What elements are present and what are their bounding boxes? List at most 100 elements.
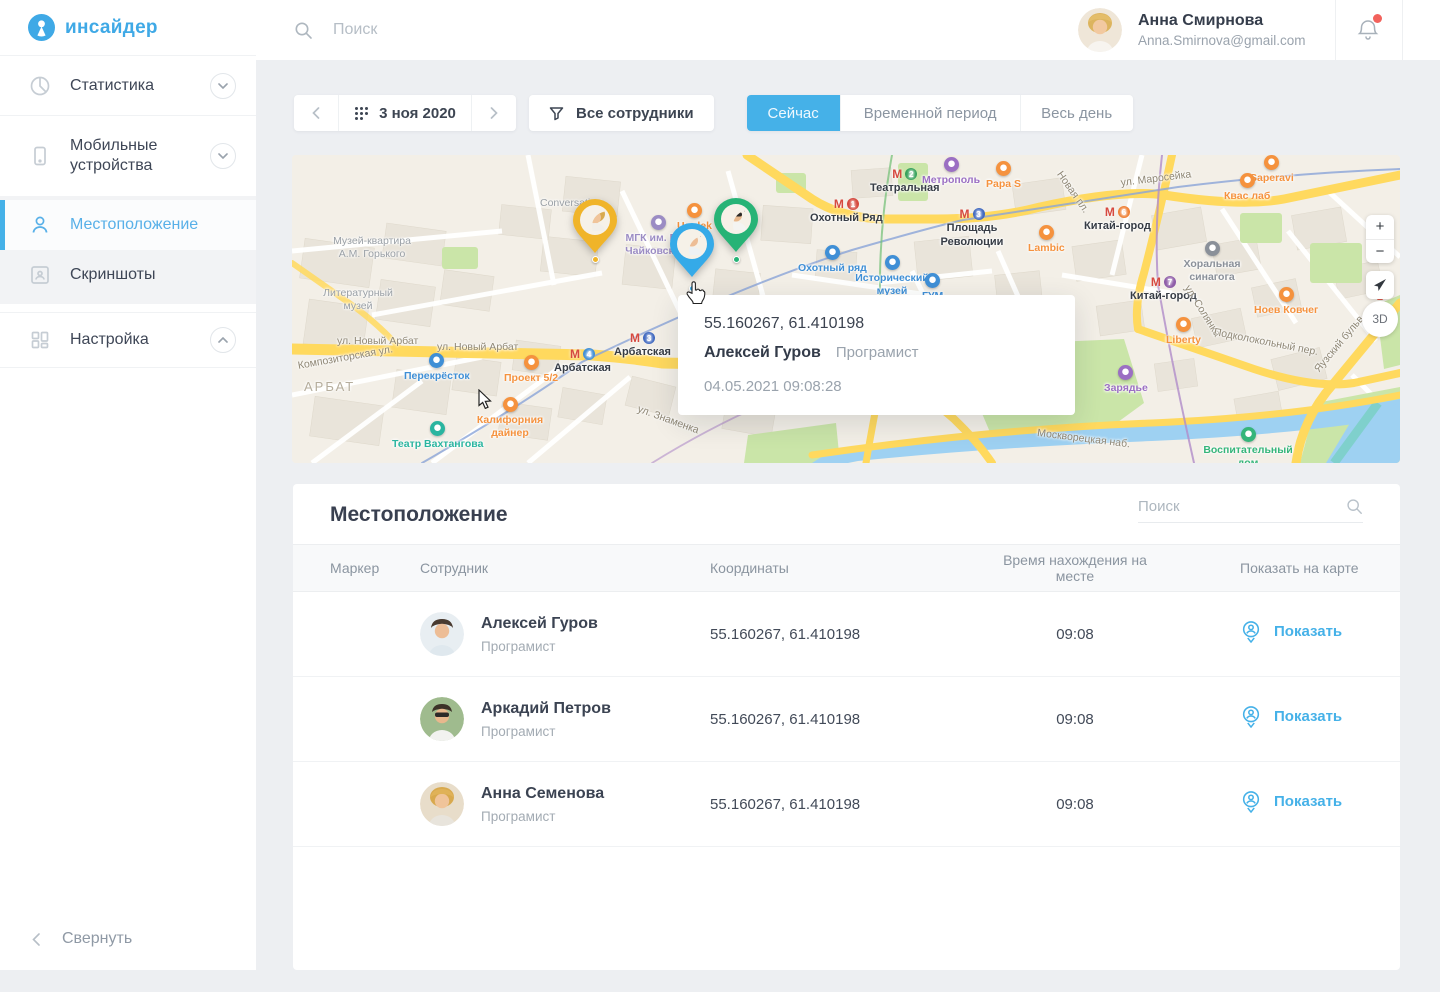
sidebar-subgroup: Местоположение Скриншоты: [0, 196, 256, 304]
avatar: [1078, 8, 1122, 52]
employee-role: Програмист: [481, 809, 604, 824]
person-icon: [28, 213, 52, 237]
sidebar-item-label: Местоположение: [70, 215, 236, 235]
map-toolbar: 3 ноя 2020 Все сотрудники Сейчас Временн…: [294, 95, 1133, 131]
time-on-site: 09:08: [950, 796, 1200, 813]
coordinates: 55.160267, 61.410198: [710, 711, 950, 728]
user-email: Anna.Smirnova@gmail.com: [1138, 33, 1306, 48]
table-row[interactable]: Анна Семенова Програмист 55.160267, 61.4…: [293, 762, 1400, 847]
chevron-right-icon: [490, 107, 498, 119]
smartphone-icon: [28, 144, 52, 168]
selected-date: 3 ноя 2020: [379, 105, 456, 122]
avatar: [420, 697, 464, 741]
tab-now[interactable]: Сейчас: [747, 95, 840, 131]
sidebar-item-statistics[interactable]: Статистика: [0, 56, 256, 116]
chevron-down-icon[interactable]: [210, 73, 236, 99]
pie-chart-icon: [28, 74, 52, 98]
chevron-up-icon[interactable]: [210, 327, 236, 353]
next-date-button[interactable]: [472, 95, 516, 131]
employee-filter-label: Все сотрудники: [576, 105, 694, 122]
chevron-down-icon[interactable]: [210, 143, 236, 169]
coordinates: 55.160267, 61.410198: [710, 796, 950, 813]
employee-map-pin[interactable]: [714, 198, 758, 254]
avatar: [420, 782, 464, 826]
sidebar-item-settings[interactable]: Настройка: [0, 312, 256, 368]
global-search[interactable]: [294, 0, 633, 60]
person-pin-icon: [1240, 620, 1262, 644]
locate-button[interactable]: [1366, 271, 1394, 299]
show-on-map-button[interactable]: Показать: [1240, 620, 1342, 644]
employee-role: Програмист: [481, 724, 611, 739]
time-mode-tabs: Сейчас Временной период Весь день: [747, 95, 1133, 131]
divider: [1402, 0, 1403, 60]
sidebar: инсайдер Статистика Мобильные устройства…: [0, 0, 256, 970]
panel-title: Местоположение: [330, 503, 508, 527]
table-header: Маркер Сотрудник Координаты Время нахожд…: [293, 544, 1400, 592]
employee-map-pin[interactable]: [573, 199, 617, 255]
logo-text: инсайдер: [65, 17, 158, 39]
map-tooltip: 55.160267, 61.410198 Алексей Гуров Прогр…: [678, 295, 1075, 415]
avatar: [420, 612, 464, 656]
location-panel: Местоположение Маркер Сотрудник Координа…: [293, 484, 1400, 970]
table-search-input[interactable]: [1138, 498, 1346, 515]
time-on-site: 09:08: [950, 626, 1200, 643]
col-employee: Сотрудник: [420, 560, 710, 576]
map[interactable]: ул. Новый Арбатул. Новый АрбатАРБАТКомпо…: [292, 155, 1400, 463]
table-row[interactable]: Алексей Гуров Програмист 55.160267, 61.4…: [293, 592, 1400, 677]
main-content: 3 ноя 2020 Все сотрудники Сейчас Временн…: [256, 60, 1440, 992]
tab-all-day[interactable]: Весь день: [1020, 95, 1133, 131]
coordinates: 55.160267, 61.410198: [710, 626, 950, 643]
employee-name: Аркадий Петров: [481, 700, 611, 718]
employee-map-pin[interactable]: [670, 223, 714, 279]
logo[interactable]: инсайдер: [0, 0, 256, 56]
show-on-map-button[interactable]: Показать: [1240, 705, 1342, 729]
date-picker-button[interactable]: 3 ноя 2020: [338, 95, 472, 131]
search-input[interactable]: [333, 21, 633, 39]
pin-location-dot: [733, 256, 740, 263]
3d-mode-button[interactable]: 3D: [1362, 301, 1398, 337]
pin-location-dot: [689, 285, 696, 292]
sidebar-item-mobile-devices[interactable]: Мобильные устройства: [0, 116, 256, 196]
grid-icon: [28, 328, 52, 352]
col-coordinates: Координаты: [710, 560, 950, 576]
search-icon: [294, 21, 313, 40]
tooltip-timestamp: 04.05.2021 09:08:28: [704, 378, 1049, 395]
employee-filter-button[interactable]: Все сотрудники: [529, 95, 714, 131]
prev-date-button[interactable]: [294, 95, 338, 131]
calendar-dots-icon: [354, 106, 369, 121]
show-on-map-button[interactable]: Показать: [1240, 790, 1342, 814]
filter-funnel-icon: [549, 106, 564, 121]
tooltip-employee-name: Алексей Гуров: [704, 344, 821, 362]
tooltip-employee-role: Програмист: [836, 344, 919, 361]
sidebar-item-location[interactable]: Местоположение: [0, 200, 256, 250]
chevron-left-icon: [32, 933, 40, 946]
pin-location-dot: [592, 256, 599, 263]
screenshot-icon: [28, 263, 52, 287]
sidebar-item-screenshots[interactable]: Скриншоты: [0, 250, 256, 300]
sidebar-item-label: Статистика: [70, 76, 192, 96]
sidebar-collapse-button[interactable]: Свернуть: [0, 930, 256, 948]
user-menu[interactable]: Анна Смирнова Anna.Smirnova@gmail.com: [1078, 8, 1306, 52]
search-icon: [1346, 498, 1363, 515]
person-pin-icon: [1240, 790, 1262, 814]
table-search[interactable]: [1138, 498, 1363, 523]
sidebar-item-label: Настройка: [70, 330, 192, 350]
table-row[interactable]: Аркадий Петров Програмист 55.160267, 61.…: [293, 677, 1400, 762]
date-picker-group: 3 ноя 2020: [294, 95, 516, 131]
collapse-label: Свернуть: [62, 930, 132, 948]
notification-badge: [1373, 14, 1382, 23]
zoom-in-button[interactable]: +: [1366, 215, 1394, 240]
topbar: Анна Смирнова Anna.Smirnova@gmail.com: [256, 0, 1440, 60]
employee-name: Алексей Гуров: [481, 615, 598, 633]
col-time: Время нахождения на месте: [995, 552, 1155, 584]
notifications-button[interactable]: [1353, 15, 1383, 45]
zoom-controls: + −: [1366, 215, 1394, 263]
zoom-out-button[interactable]: −: [1366, 240, 1394, 264]
tab-time-period[interactable]: Временной период: [840, 95, 1020, 131]
navigation-arrow-icon: [1373, 278, 1387, 292]
employee-name: Анна Семенова: [481, 785, 604, 803]
user-name: Анна Смирнова: [1138, 12, 1306, 30]
person-pin-icon: [1240, 705, 1262, 729]
time-on-site: 09:08: [950, 711, 1200, 728]
chevron-left-icon: [312, 107, 320, 119]
